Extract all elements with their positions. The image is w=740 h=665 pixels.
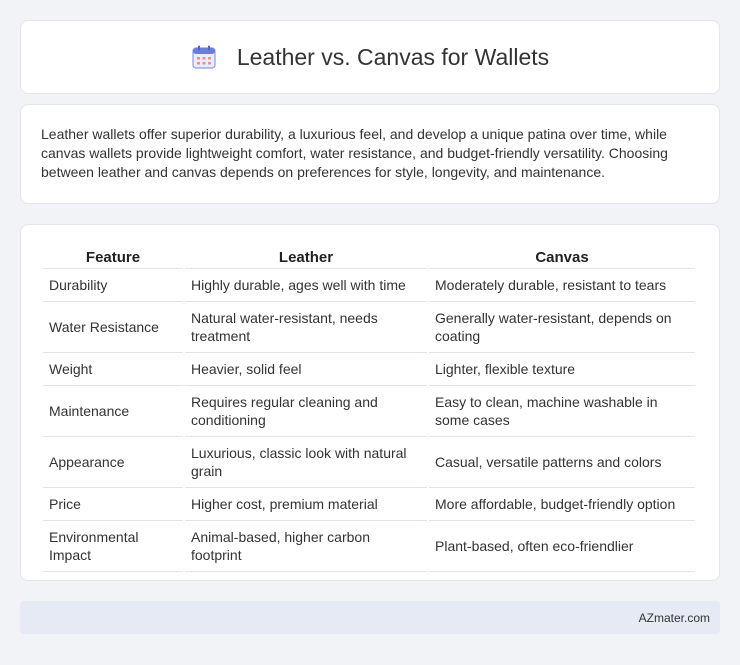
- header-feature: Feature: [43, 243, 183, 269]
- cell-leather: Luxurious, classic look with natural gra…: [185, 437, 427, 488]
- cell-feature: Price: [43, 488, 183, 521]
- cell-canvas: Casual, versatile patterns and colors: [429, 437, 695, 488]
- header-canvas: Canvas: [429, 243, 695, 269]
- comparison-table-card: Feature Leather Canvas Durability Highly…: [20, 224, 720, 581]
- table-row: Water Resistance Natural water-resistant…: [43, 302, 695, 353]
- table-header-row: Feature Leather Canvas: [43, 243, 695, 269]
- table-row: Environmental Impact Animal-based, highe…: [43, 521, 695, 572]
- table-row: Weight Heavier, solid feel Lighter, flex…: [43, 353, 695, 386]
- cell-feature: Maintenance: [43, 386, 183, 437]
- cell-canvas: Plant-based, often eco-friendlier: [429, 521, 695, 572]
- footer-site-link[interactable]: AZmater.com: [639, 611, 710, 625]
- table-row: Durability Highly durable, ages well wit…: [43, 269, 695, 302]
- summary-card: Leather wallets offer superior durabilit…: [20, 104, 720, 204]
- footer: AZmater.com: [20, 601, 720, 634]
- cell-leather: Heavier, solid feel: [185, 353, 427, 386]
- cell-leather: Requires regular cleaning and conditioni…: [185, 386, 427, 437]
- cell-canvas: Generally water-resistant, depends on co…: [429, 302, 695, 353]
- cell-canvas: Lighter, flexible texture: [429, 353, 695, 386]
- cell-feature: Appearance: [43, 437, 183, 488]
- cell-canvas: Moderately durable, resistant to tears: [429, 269, 695, 302]
- cell-feature: Water Resistance: [43, 302, 183, 353]
- summary-text: Leather wallets offer superior durabilit…: [41, 126, 668, 180]
- table-row: Maintenance Requires regular cleaning an…: [43, 386, 695, 437]
- cell-leather: Animal-based, higher carbon footprint: [185, 521, 427, 572]
- cell-feature: Durability: [43, 269, 183, 302]
- comparison-table: Feature Leather Canvas Durability Highly…: [41, 243, 697, 572]
- title-card: Leather vs. Canvas for Wallets: [20, 20, 720, 94]
- cell-feature: Environmental Impact: [43, 521, 183, 572]
- calendar-icon: [191, 44, 217, 70]
- page-title: Leather vs. Canvas for Wallets: [236, 43, 550, 70]
- cell-canvas: Easy to clean, machine washable in some …: [429, 386, 695, 437]
- cell-leather: Highly durable, ages well with time: [185, 269, 427, 302]
- header-leather: Leather: [185, 243, 427, 269]
- cell-canvas: More affordable, budget-friendly option: [429, 488, 695, 521]
- table-row: Appearance Luxurious, classic look with …: [43, 437, 695, 488]
- cell-feature: Weight: [43, 353, 183, 386]
- cell-leather: Natural water-resistant, needs treatment: [185, 302, 427, 353]
- cell-leather: Higher cost, premium material: [185, 488, 427, 521]
- table-row: Price Higher cost, premium material More…: [43, 488, 695, 521]
